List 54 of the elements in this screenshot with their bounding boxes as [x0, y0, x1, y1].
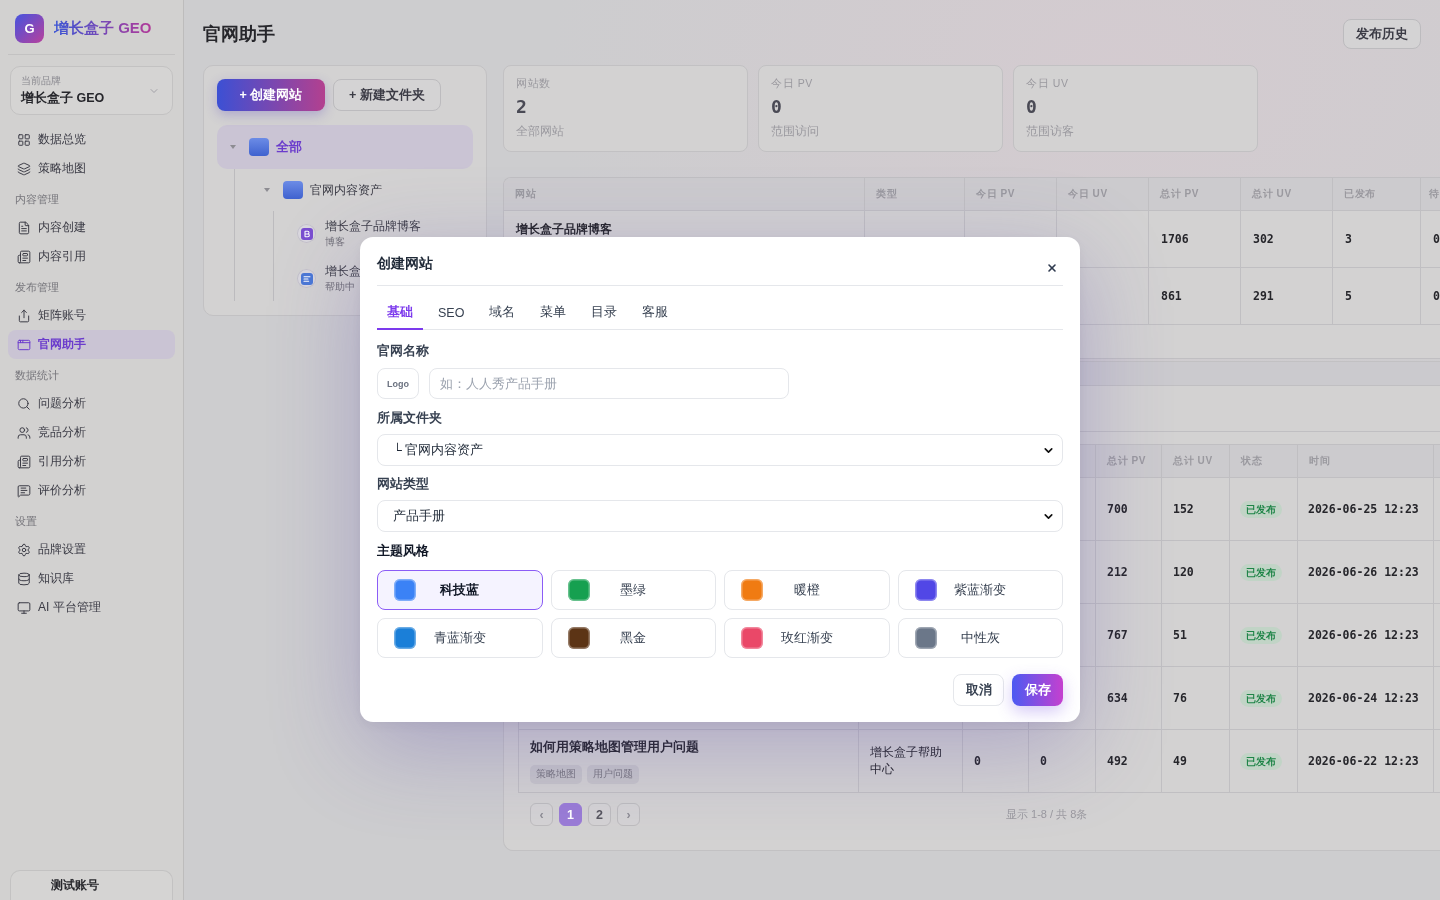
table-cell: 120 [1162, 541, 1230, 603]
table-cell: 212 [1096, 541, 1162, 603]
nav-section-title: 数据统计 [14, 368, 60, 383]
table-cell: 49 [1162, 730, 1230, 792]
site-type: 博客 [325, 234, 346, 249]
table-cell: 2026-06-26 12:23 [1298, 541, 1434, 603]
table-cell: 0 [1421, 268, 1440, 324]
table-cell: 861 [1149, 268, 1241, 324]
table-cell: 700 [1096, 478, 1162, 540]
status-badge: 已发布 [1240, 689, 1282, 707]
table-cell: 1706 [1149, 211, 1241, 267]
status-badge: 已发布 [1240, 563, 1282, 581]
tag: 用户问题 [587, 764, 639, 784]
stat-value: 2 [516, 96, 528, 118]
stat-value: 0 [771, 96, 783, 118]
stat-value: 0 [1026, 96, 1038, 118]
table-cell: 5 [1333, 268, 1421, 324]
table-cell: 51 [1162, 604, 1230, 666]
logo-mark: G [15, 14, 44, 43]
table-cell: 增长盒子帮助中心 [859, 730, 963, 792]
status-badge: 已发布 [1240, 626, 1282, 644]
table-cell: 0 [1029, 730, 1096, 792]
brand-value: 增长盒子 GEO [21, 90, 105, 107]
field-label: 网站类型 [377, 476, 430, 493]
nav-section-title: 设置 [14, 514, 38, 529]
status-badge: 已发布 [1240, 500, 1282, 518]
site-name: 增长盒子品牌博客 [325, 218, 421, 234]
table-cell: 492 [1096, 730, 1162, 792]
table-cell: 76 [1162, 667, 1230, 729]
section-label: 主题风格 [377, 542, 430, 560]
table-cell: 767 [1096, 604, 1162, 666]
site-name: 增长盒 [325, 263, 361, 279]
nav-section-title: 内容管理 [14, 192, 60, 207]
table-cell: 0 [1421, 211, 1440, 267]
field-label: 官网名称 [377, 342, 430, 360]
dialog-title: 创建网站 [377, 255, 433, 273]
table-cell: 3 [1333, 211, 1421, 267]
nav-section-title: 发布管理 [14, 280, 60, 295]
status-badge: 已发布 [1240, 752, 1282, 770]
brand-label: 当前品牌 [21, 74, 62, 88]
table-cell: 2026-06-24 12:23 [1298, 667, 1434, 729]
app-name: 增长盒子 GEO [54, 19, 152, 38]
table-cell: 152 [1162, 478, 1230, 540]
table-cell: 2026-06-22 12:23 [1298, 730, 1434, 792]
tag: 策略地图 [530, 764, 582, 784]
table-cell: 634 [1096, 667, 1162, 729]
page-title: 官网助手 [203, 23, 275, 46]
table-cell: 291 [1241, 268, 1333, 324]
table-cell: 0 [963, 730, 1029, 792]
table-cell: 2026-06-26 12:23 [1298, 604, 1434, 666]
table-cell: 2026-06-25 12:23 [1298, 478, 1434, 540]
table-cell: 302 [1241, 211, 1333, 267]
site-type: 帮助中 [325, 279, 356, 294]
field-label: 所属文件夹 [377, 410, 443, 427]
